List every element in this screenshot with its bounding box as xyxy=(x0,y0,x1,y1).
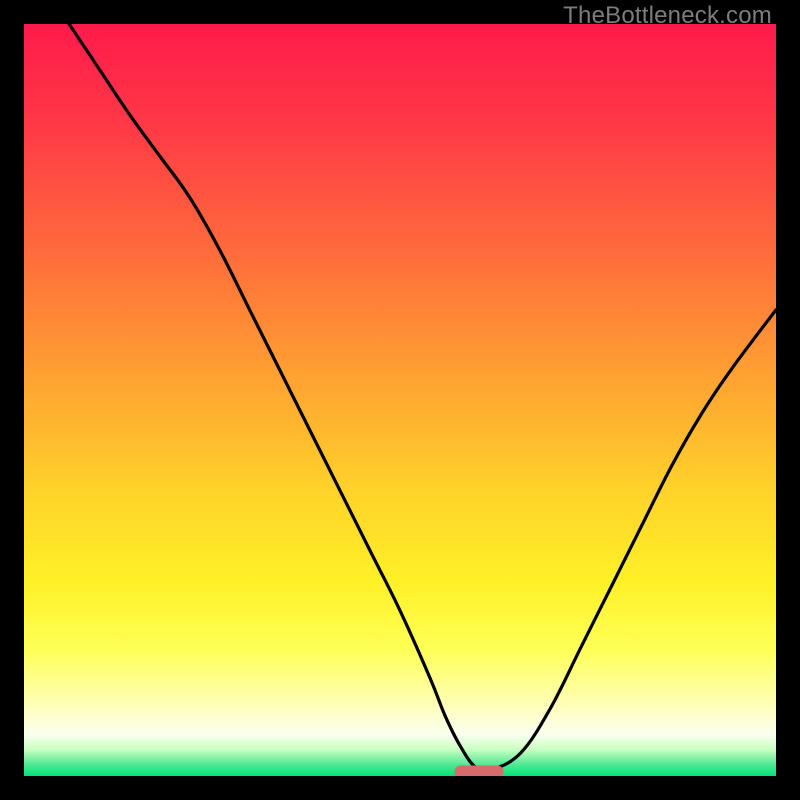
optimal-marker xyxy=(455,766,504,777)
bottleneck-chart xyxy=(24,24,776,776)
chart-frame xyxy=(24,24,776,776)
gradient-background xyxy=(24,24,776,776)
